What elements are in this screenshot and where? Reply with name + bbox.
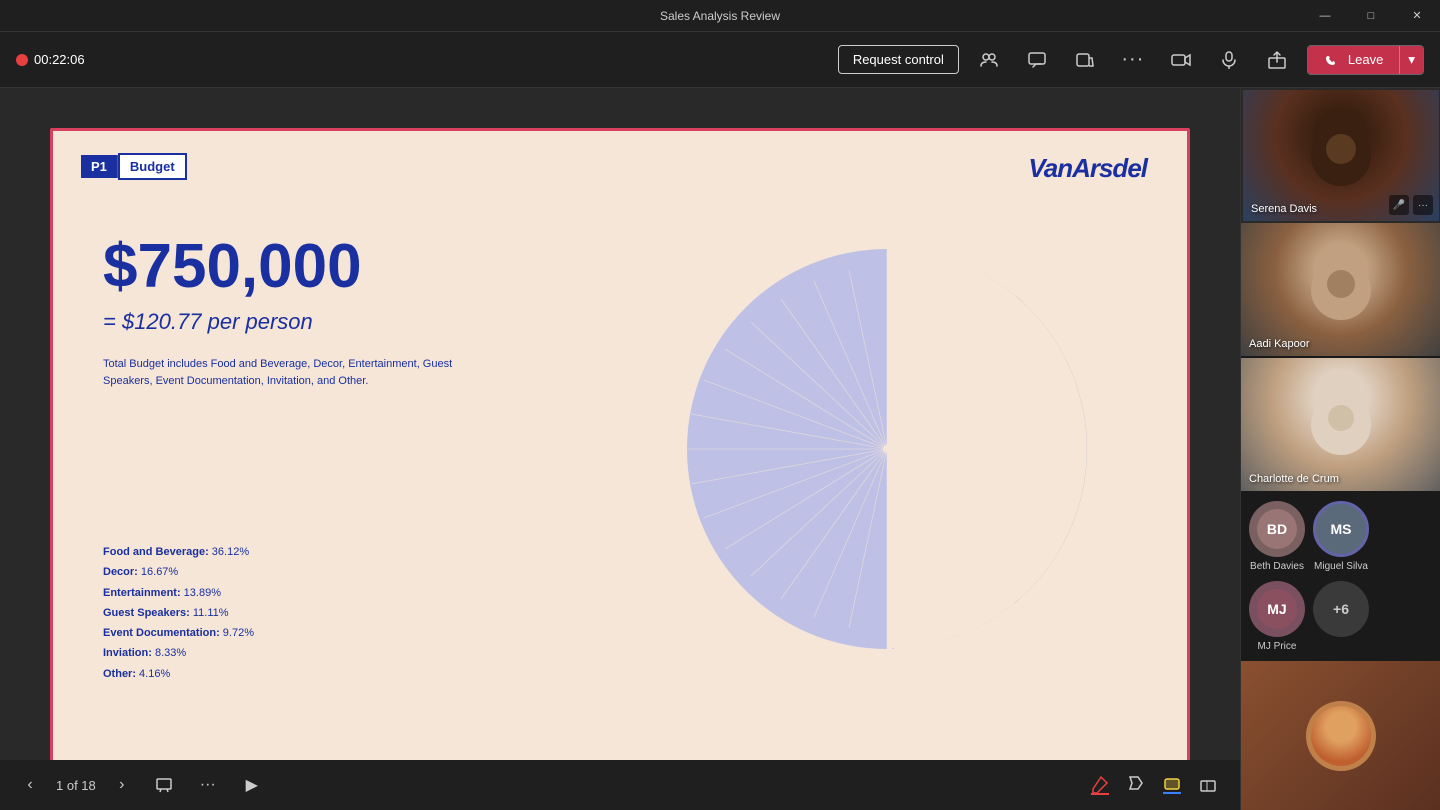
- charlotte-avatar: [1241, 358, 1440, 491]
- small-participant-miguel: MS Miguel Silva: [1313, 501, 1369, 573]
- slide-label: P1 Budget: [81, 153, 187, 180]
- pen-tool-button[interactable]: [1084, 769, 1116, 801]
- aadi-avatar: [1241, 223, 1440, 356]
- legend-item-entertainment: Entertainment: 13.89%: [103, 586, 254, 600]
- share-button[interactable]: [1259, 42, 1295, 78]
- slide-amount: $750,000: [103, 231, 362, 302]
- next-slide-button[interactable]: ›: [108, 771, 136, 799]
- small-participant-mj: MJ MJ Price: [1249, 581, 1305, 653]
- leave-button-group: Leave ▾: [1307, 45, 1424, 75]
- slide-budget-label: Budget: [118, 153, 187, 180]
- slide-p1-label: P1: [81, 155, 118, 178]
- slide-brand: VanArsdel: [1028, 153, 1147, 184]
- mj-avatar: MJ: [1249, 581, 1305, 637]
- window-controls: — □ ✕: [1302, 0, 1440, 32]
- recording-indicator: 00:22:06: [16, 52, 85, 67]
- meeting-toolbar: 00:22:06 Request control ···: [0, 32, 1440, 88]
- slide-bottom-toolbar: ‹ 1 of 18 › ··· ▶: [0, 760, 1240, 810]
- play-button[interactable]: ▶: [236, 769, 268, 801]
- fit-slide-button[interactable]: [148, 769, 180, 801]
- participant-tile-charlotte: Charlotte de Crum: [1241, 358, 1440, 493]
- participants-button[interactable]: [971, 42, 1007, 78]
- reactions-button[interactable]: [1067, 42, 1103, 78]
- small-participant-more[interactable]: +6: [1313, 581, 1369, 637]
- highlighter-icon: [1163, 775, 1181, 795]
- eraser-tool-button[interactable]: [1192, 769, 1224, 801]
- minimize-button[interactable]: —: [1302, 0, 1348, 32]
- leave-button[interactable]: Leave: [1308, 46, 1399, 74]
- recording-time: 00:22:06: [34, 52, 85, 67]
- legend-item-docs: Event Documentation: 9.72%: [103, 626, 254, 640]
- request-control-button[interactable]: Request control: [838, 45, 959, 74]
- camera-button[interactable]: [1163, 42, 1199, 78]
- slide-per-person: = $120.77 per person: [103, 309, 313, 335]
- participants-icon: [979, 50, 999, 70]
- reactions-icon: [1075, 50, 1095, 70]
- legend-item-food: Food and Beverage: 36.12%: [103, 545, 254, 559]
- window-title: Sales Analysis Review: [660, 9, 780, 23]
- more-avatar: +6: [1313, 581, 1369, 637]
- title-bar: Sales Analysis Review — □ ✕: [0, 0, 1440, 32]
- serena-icons: 🎤 ···: [1389, 195, 1433, 215]
- mic-icon: [1219, 50, 1239, 70]
- legend-item-decor: Decor: 16.67%: [103, 565, 254, 579]
- serena-more-button[interactable]: ···: [1413, 195, 1433, 215]
- small-participants-row: BD Beth Davies MS Miguel Silva MJ MJ Pri…: [1241, 493, 1440, 661]
- beth-name: Beth Davies: [1250, 561, 1304, 573]
- annotation-tools: [1084, 769, 1224, 801]
- highlighter-tool-button[interactable]: [1156, 769, 1188, 801]
- small-participant-beth: BD Beth Davies: [1249, 501, 1305, 573]
- aadi-label: Aadi Kapoor: [1249, 338, 1310, 350]
- chat-icon: [1027, 50, 1047, 70]
- camera-icon: [1171, 50, 1191, 70]
- beth-avatar: BD: [1249, 501, 1305, 557]
- legend-item-speakers: Guest Speakers: 11.11%: [103, 606, 254, 620]
- pen-icon: [1091, 775, 1109, 795]
- chat-button[interactable]: [1019, 42, 1055, 78]
- fit-icon: [155, 776, 173, 794]
- close-button[interactable]: ✕: [1394, 0, 1440, 32]
- slide-counter: 1 of 18: [56, 778, 96, 793]
- leave-dropdown-button[interactable]: ▾: [1399, 46, 1423, 74]
- serena-label: Serena Davis: [1251, 203, 1317, 215]
- bottom-participant-tile: [1241, 661, 1440, 810]
- legend-item-invitation: Inviation: 8.33%: [103, 646, 254, 660]
- participants-panel: Serena Davis 🎤 ··· Aadi Kapoor Charlott: [1240, 88, 1440, 810]
- slide-description: Total Budget includes Food and Beverage,…: [103, 356, 483, 389]
- charlotte-label: Charlotte de Crum: [1249, 473, 1339, 485]
- marker-icon: [1127, 775, 1145, 795]
- marker-tool-button[interactable]: [1120, 769, 1152, 801]
- leave-label: Leave: [1348, 52, 1383, 67]
- pie-chart-svg: [667, 229, 1107, 669]
- participant-tile-serena: Serena Davis 🎤 ···: [1241, 88, 1440, 223]
- bottom-participant-bg: [1241, 661, 1440, 810]
- more-button[interactable]: ···: [1115, 42, 1151, 78]
- eraser-icon: [1199, 775, 1217, 795]
- slide-more-button[interactable]: ···: [192, 769, 224, 801]
- mj-name: MJ Price: [1258, 641, 1297, 653]
- recording-dot: [16, 54, 28, 66]
- slide-container: P1 Budget VanArsdel $750,000 = $120.77 p…: [50, 128, 1190, 770]
- maximize-button[interactable]: □: [1348, 0, 1394, 32]
- prev-slide-button[interactable]: ‹: [16, 771, 44, 799]
- serena-mic-button[interactable]: 🎤: [1389, 195, 1409, 215]
- mic-button[interactable]: [1211, 42, 1247, 78]
- slide-legend: Food and Beverage: 36.12% Decor: 16.67% …: [103, 545, 254, 687]
- slide-area: P1 Budget VanArsdel $750,000 = $120.77 p…: [0, 88, 1240, 810]
- participant-tile-aadi: Aadi Kapoor: [1241, 223, 1440, 358]
- share-icon: [1267, 50, 1287, 70]
- phone-icon: [1324, 52, 1340, 68]
- pie-chart: [667, 229, 1107, 669]
- miguel-avatar: MS: [1313, 501, 1369, 557]
- main-area: P1 Budget VanArsdel $750,000 = $120.77 p…: [0, 88, 1440, 810]
- miguel-name: Miguel Silva: [1314, 561, 1368, 573]
- legend-item-other: Other: 4.16%: [103, 667, 254, 681]
